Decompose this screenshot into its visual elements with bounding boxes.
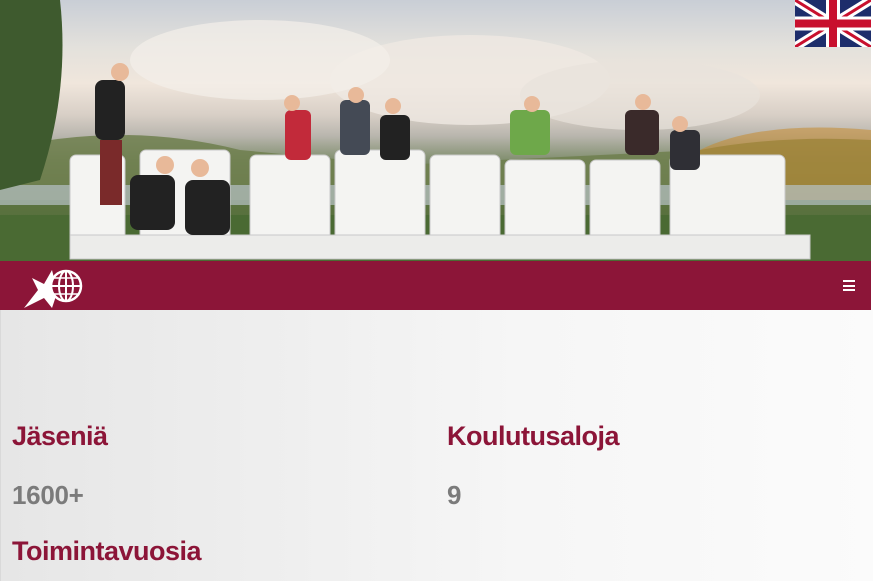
stats-section: Jäseniä 1600+ Koulutusaloja 9 Toimintavu… [0, 310, 873, 581]
globe-logo-icon[interactable] [22, 264, 84, 309]
hero-image [0, 0, 871, 261]
stat-value-members: 1600+ [12, 480, 84, 510]
stat-label-fields: Koulutusaloja [447, 421, 620, 451]
stat-label-members: Jäseniä [12, 421, 108, 451]
header-bar [0, 261, 871, 310]
hamburger-menu-icon[interactable] [843, 280, 855, 291]
uk-flag-icon[interactable] [792, 0, 873, 51]
stat-label-years: Toimintavuosia [12, 536, 202, 566]
stat-value-fields: 9 [447, 480, 462, 510]
